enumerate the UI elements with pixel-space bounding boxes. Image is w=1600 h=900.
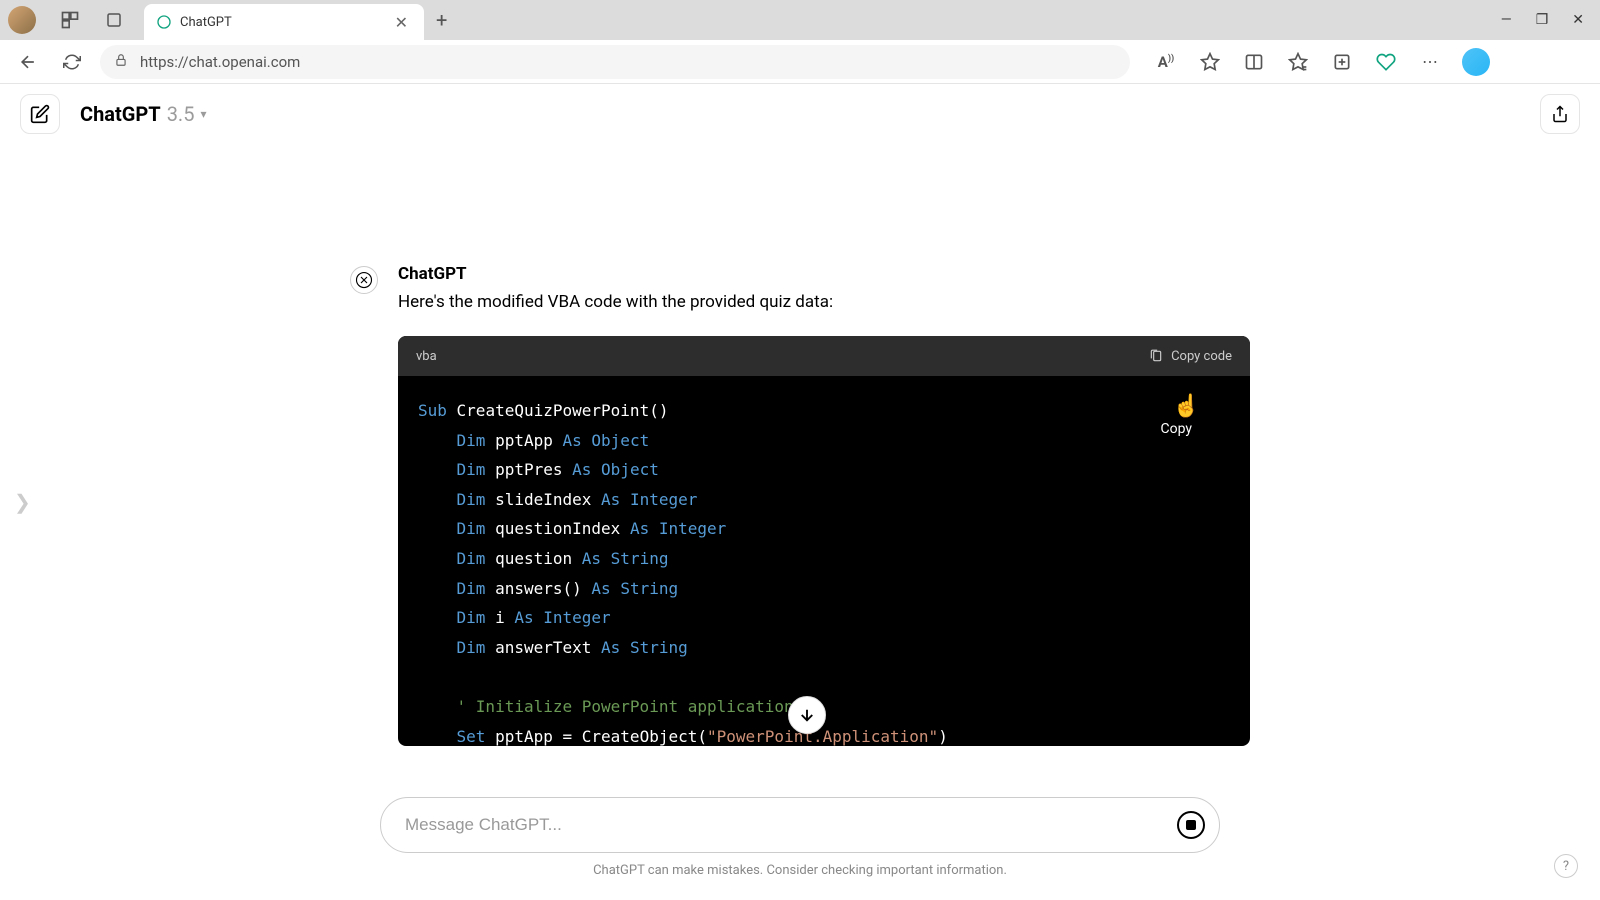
share-button[interactable] <box>1540 94 1580 134</box>
code-content[interactable]: ☝ Copy Sub CreateQuizPowerPoint() Dim pp… <box>398 376 1250 746</box>
disclaimer-text: ChatGPT can make mistakes. Consider chec… <box>380 863 1220 878</box>
copy-label: Copy code <box>1171 349 1232 364</box>
new-chat-button[interactable] <box>20 94 60 134</box>
copy-code-button[interactable]: Copy code <box>1149 349 1232 364</box>
maximize-button[interactable]: ❐ <box>1536 12 1549 28</box>
lock-icon <box>114 52 128 71</box>
code-block: vba Copy code ☝ Copy Sub CreateQuizPower… <box>398 336 1250 746</box>
workspaces-icon[interactable] <box>56 6 84 34</box>
copy-tooltip: Copy <box>1160 421 1192 437</box>
chevron-down-icon: ▾ <box>200 107 206 121</box>
tab-favicon <box>156 14 172 30</box>
split-screen-icon[interactable] <box>1242 50 1266 74</box>
tab-title: ChatGPT <box>180 15 383 30</box>
back-button[interactable] <box>12 46 44 78</box>
collections-icon[interactable] <box>1330 50 1354 74</box>
close-window-button[interactable]: ✕ <box>1572 12 1584 28</box>
help-button[interactable]: ? <box>1554 854 1578 878</box>
favorites-list-icon[interactable] <box>1286 50 1310 74</box>
code-header: vba Copy code <box>398 336 1250 376</box>
model-version: 3.5 <box>167 102 195 126</box>
stop-generating-button[interactable] <box>1175 809 1207 841</box>
sidebar-toggle[interactable]: ❯ <box>14 490 31 514</box>
scroll-down-button[interactable] <box>788 696 826 734</box>
refresh-button[interactable] <box>56 46 88 78</box>
assistant-message: ChatGPT Here's the modified VBA code wit… <box>350 264 1250 746</box>
address-bar-row: https://chat.openai.com A)) ⋯ <box>0 40 1600 84</box>
copilot-icon[interactable] <box>1462 48 1490 76</box>
app-header: ChatGPT 3.5 ▾ <box>0 84 1600 144</box>
extensions-icon[interactable] <box>1374 50 1398 74</box>
window-controls: — ❐ ✕ <box>1501 12 1592 28</box>
cursor-hand-icon: ☝ <box>1173 394 1200 419</box>
message-text: Here's the modified VBA code with the pr… <box>398 292 1250 312</box>
input-bar <box>380 797 1220 853</box>
browser-titlebar: ChatGPT ✕ + — ❐ ✕ <box>0 0 1600 40</box>
profile-avatar[interactable] <box>8 6 36 34</box>
model-name: ChatGPT <box>80 102 161 126</box>
main-content: ChatGPT Here's the modified VBA code wit… <box>0 144 1600 746</box>
browser-tab[interactable]: ChatGPT ✕ <box>144 4 424 40</box>
more-icon[interactable]: ⋯ <box>1418 50 1442 74</box>
tab-actions-icon[interactable] <box>100 6 128 34</box>
favorite-icon[interactable] <box>1198 50 1222 74</box>
message-input[interactable] <box>405 815 1163 835</box>
model-selector[interactable]: ChatGPT 3.5 ▾ <box>80 102 206 126</box>
gpt-avatar-icon <box>350 266 378 294</box>
new-tab-button[interactable]: + <box>436 8 447 32</box>
code-language: vba <box>416 349 437 364</box>
chat-container: ChatGPT Here's the modified VBA code wit… <box>350 264 1250 746</box>
clipboard-icon <box>1149 349 1163 363</box>
url-text: https://chat.openai.com <box>140 53 300 71</box>
address-bar[interactable]: https://chat.openai.com <box>100 45 1130 79</box>
minimize-button[interactable]: — <box>1501 12 1512 28</box>
input-bar-wrapper: ChatGPT can make mistakes. Consider chec… <box>380 797 1220 878</box>
code-text: Sub CreateQuizPowerPoint() Dim pptApp As… <box>418 396 1230 746</box>
tab-close-button[interactable]: ✕ <box>391 13 412 32</box>
read-aloud-icon[interactable]: A)) <box>1154 50 1178 74</box>
sender-name: ChatGPT <box>398 264 1250 284</box>
